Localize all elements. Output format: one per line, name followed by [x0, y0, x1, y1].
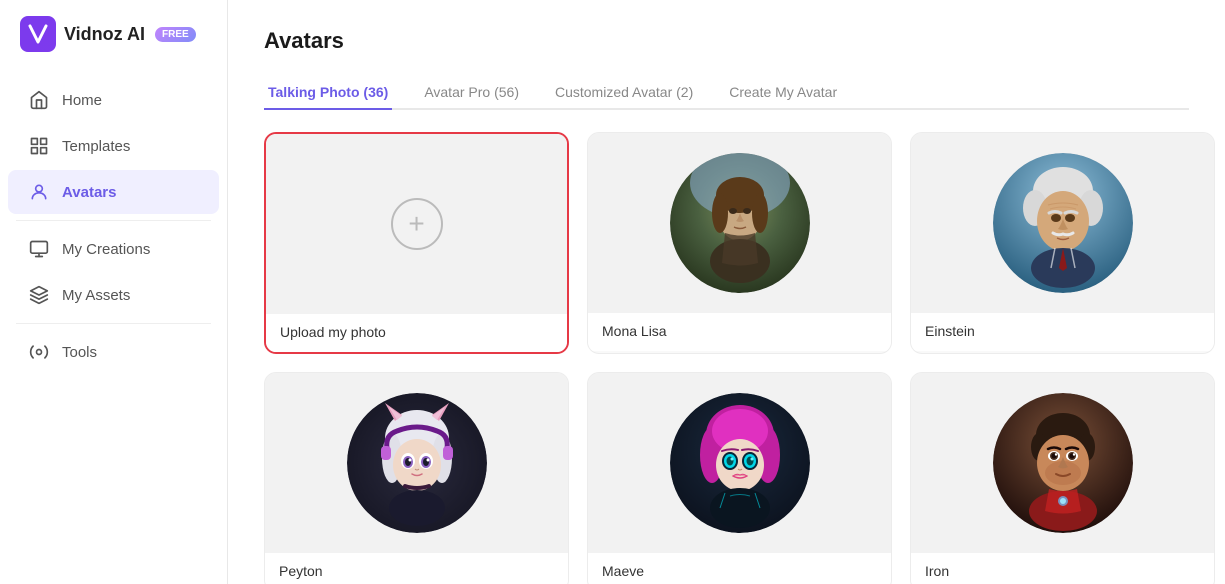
- avatar-card-maeve[interactable]: Maeve: [587, 372, 892, 584]
- home-icon: [28, 89, 50, 111]
- einstein-portrait: [993, 153, 1133, 293]
- avatar-name-maeve: Maeve: [588, 553, 891, 584]
- nav-divider-2: [16, 323, 211, 324]
- sidebar-item-my-creations[interactable]: My Creations: [8, 227, 219, 271]
- sidebar-label-templates: Templates: [62, 138, 130, 155]
- creations-icon: [28, 238, 50, 260]
- avatar-img-iron: [911, 373, 1214, 553]
- tools-icon: [28, 341, 50, 363]
- sidebar-label-tools: Tools: [62, 344, 97, 361]
- tab-create-my-avatar[interactable]: Create My Avatar: [725, 76, 841, 110]
- logo-badge: FREE: [155, 27, 196, 42]
- tab-customized-avatar[interactable]: Customized Avatar (2): [551, 76, 697, 110]
- avatar-grid: + Upload my photo: [264, 132, 1189, 584]
- avatar-name-upload: Upload my photo: [266, 314, 567, 352]
- main-content: Avatars Talking Photo (36) Avatar Pro (5…: [228, 0, 1225, 584]
- sidebar-label-avatars: Avatars: [62, 184, 116, 201]
- sidebar-item-templates[interactable]: Templates: [8, 124, 219, 168]
- avatars-icon: [28, 181, 50, 203]
- tab-talking-photo[interactable]: Talking Photo (36): [264, 76, 392, 110]
- tabs-bar: Talking Photo (36) Avatar Pro (56) Custo…: [264, 76, 1189, 110]
- avatar-card-peyton[interactable]: Peyton: [264, 372, 569, 584]
- avatar-name-iron: Iron: [911, 553, 1214, 584]
- mona-lisa-portrait: [670, 153, 810, 293]
- upload-area: +: [266, 134, 567, 314]
- avatar-card-mona-lisa[interactable]: Mona Lisa: [587, 132, 892, 354]
- nav-divider-1: [16, 220, 211, 221]
- avatar-name-peyton: Peyton: [265, 553, 568, 584]
- sidebar-item-home[interactable]: Home: [8, 78, 219, 122]
- avatar-name-mona-lisa: Mona Lisa: [588, 313, 891, 351]
- assets-icon: [28, 284, 50, 306]
- avatar-img-maeve: [588, 373, 891, 553]
- logo-area: Vidnoz AI FREE: [0, 0, 227, 68]
- avatar-img-peyton: [265, 373, 568, 553]
- avatar-img-einstein: [911, 133, 1214, 313]
- upload-plus-icon: +: [391, 198, 443, 250]
- logo-text: Vidnoz AI: [64, 24, 145, 45]
- sidebar-item-tools[interactable]: Tools: [8, 330, 219, 374]
- avatar-name-einstein: Einstein: [911, 313, 1214, 351]
- sidebar: Vidnoz AI FREE Home Templates Avatars: [0, 0, 228, 584]
- sidebar-label-my-assets: My Assets: [62, 287, 130, 304]
- avatar-card-einstein[interactable]: Einstein: [910, 132, 1215, 354]
- nav-list: Home Templates Avatars My Creations: [0, 68, 227, 584]
- sidebar-label-my-creations: My Creations: [62, 241, 150, 258]
- maeve-portrait: [670, 393, 810, 533]
- page-title: Avatars: [264, 28, 1189, 54]
- avatar-card-iron[interactable]: Iron: [910, 372, 1215, 584]
- peyton-portrait: [347, 393, 487, 533]
- sidebar-item-my-assets[interactable]: My Assets: [8, 273, 219, 317]
- templates-icon: [28, 135, 50, 157]
- logo-icon: [20, 16, 56, 52]
- avatar-card-upload[interactable]: + Upload my photo: [264, 132, 569, 354]
- iron-portrait: [993, 393, 1133, 533]
- sidebar-item-avatars[interactable]: Avatars: [8, 170, 219, 214]
- tab-avatar-pro[interactable]: Avatar Pro (56): [420, 76, 523, 110]
- sidebar-label-home: Home: [62, 92, 102, 109]
- avatar-img-mona-lisa: [588, 133, 891, 313]
